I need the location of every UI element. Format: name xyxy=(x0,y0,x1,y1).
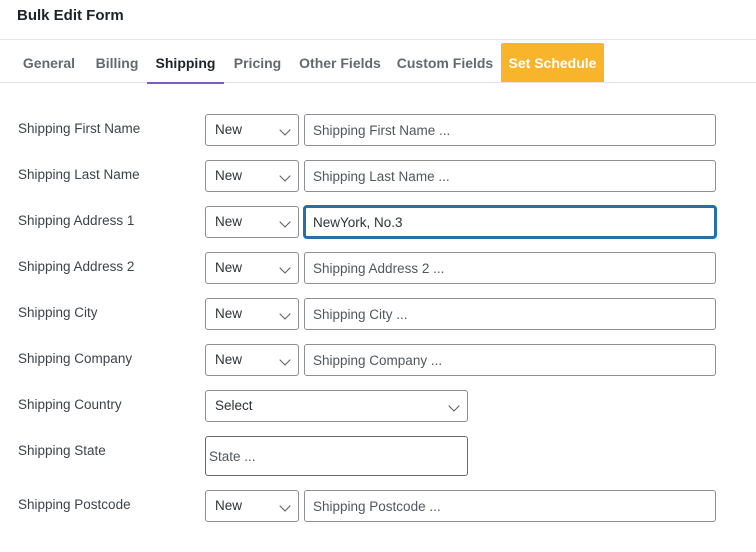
shipping-city-input[interactable] xyxy=(304,298,716,330)
chevron-down-icon xyxy=(279,170,291,182)
mode-select-address-2[interactable]: New xyxy=(205,252,299,284)
shipping-postcode-input[interactable] xyxy=(304,490,716,522)
mode-select-first-name[interactable]: New xyxy=(205,114,299,146)
tab-general[interactable]: General xyxy=(14,43,84,83)
chevron-down-icon xyxy=(279,308,291,320)
select-value: New xyxy=(215,498,243,513)
mode-select-company[interactable]: New xyxy=(205,344,299,376)
tab-shipping[interactable]: Shipping xyxy=(147,43,224,84)
set-schedule-button[interactable]: Set Schedule xyxy=(501,43,604,82)
field-label: Shipping Postcode xyxy=(18,497,131,512)
field-label: Shipping State xyxy=(18,443,106,458)
chevron-down-icon xyxy=(279,354,291,366)
select-value: Select xyxy=(215,398,253,413)
mode-select-last-name[interactable]: New xyxy=(205,160,299,192)
mode-select-postcode[interactable]: New xyxy=(205,490,299,522)
field-label: Shipping Company xyxy=(18,351,133,366)
shipping-last-name-input[interactable] xyxy=(304,160,716,192)
chevron-down-icon xyxy=(279,262,291,274)
tab-other-fields[interactable]: Other Fields xyxy=(294,43,386,83)
form-row-shipping-city: Shipping City New xyxy=(0,298,756,332)
shipping-first-name-input[interactable] xyxy=(304,114,716,146)
country-select[interactable]: Select xyxy=(205,390,468,422)
mode-select-city[interactable]: New xyxy=(205,298,299,330)
form-row-shipping-address-2: Shipping Address 2 New xyxy=(0,252,756,286)
field-label: Shipping City xyxy=(18,305,98,320)
form-row-shipping-last-name: Shipping Last Name New xyxy=(0,160,756,194)
tab-bar: General Billing Shipping Pricing Other F… xyxy=(0,43,756,84)
form-header: Bulk Edit Form xyxy=(0,0,756,40)
select-value: New xyxy=(215,168,243,183)
form-row-shipping-first-name: Shipping First Name New xyxy=(0,114,756,148)
select-value: New xyxy=(215,352,243,367)
field-label: Shipping First Name xyxy=(18,121,141,136)
form-row-shipping-address-1: Shipping Address 1 New xyxy=(0,206,756,240)
chevron-down-icon xyxy=(448,400,460,412)
form-row-shipping-company: Shipping Company New xyxy=(0,344,756,378)
chevron-down-icon xyxy=(279,500,291,512)
select-value: New xyxy=(215,260,243,275)
field-label: Shipping Address 1 xyxy=(18,213,135,228)
shipping-state-input[interactable] xyxy=(205,436,468,476)
tab-custom-fields[interactable]: Custom Fields xyxy=(393,43,497,83)
form-row-shipping-country: Shipping Country Select xyxy=(0,390,756,424)
tab-billing[interactable]: Billing xyxy=(90,43,144,83)
field-label: Shipping Last Name xyxy=(18,167,140,182)
shipping-company-input[interactable] xyxy=(304,344,716,376)
page-title: Bulk Edit Form xyxy=(17,7,124,24)
select-value: New xyxy=(215,214,243,229)
form-row-shipping-state: Shipping State xyxy=(0,436,756,476)
select-value: New xyxy=(215,122,243,137)
mode-select-address-1[interactable]: New xyxy=(205,206,299,238)
field-label: Shipping Country xyxy=(18,397,122,412)
chevron-down-icon xyxy=(279,124,291,136)
select-value: New xyxy=(215,306,243,321)
chevron-down-icon xyxy=(279,216,291,228)
tab-pricing[interactable]: Pricing xyxy=(229,43,286,83)
form-row-shipping-postcode: Shipping Postcode New xyxy=(0,490,756,524)
shipping-address-2-input[interactable] xyxy=(304,252,716,284)
field-label: Shipping Address 2 xyxy=(18,259,135,274)
shipping-address-1-input[interactable] xyxy=(304,206,716,238)
